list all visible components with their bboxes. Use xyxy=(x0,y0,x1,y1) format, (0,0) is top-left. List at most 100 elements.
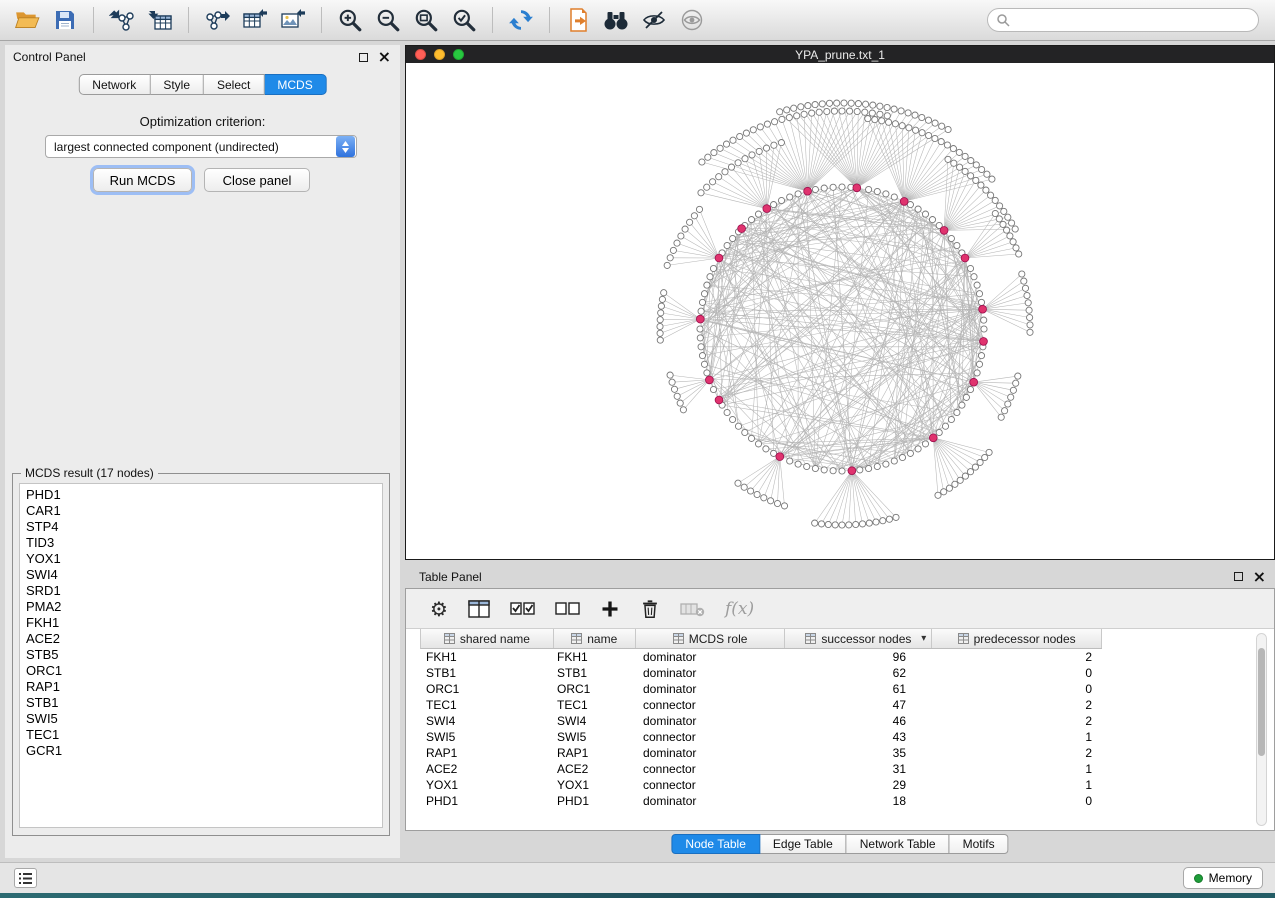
table-cell: 31 xyxy=(785,761,932,777)
criterion-dropdown[interactable]: largest connected component (undirected) xyxy=(45,135,357,158)
open-session-button[interactable] xyxy=(8,3,46,37)
import-table-button[interactable] xyxy=(141,3,179,37)
column-label: predecessor nodes xyxy=(974,632,1076,646)
column-header-mcds-role[interactable]: MCDS role xyxy=(636,629,786,648)
tab-network-table[interactable]: Network Table xyxy=(847,834,950,854)
table-panel-title: Table Panel xyxy=(419,570,482,584)
tab-mcds[interactable]: MCDS xyxy=(264,74,326,95)
mcds-result-item[interactable]: PMA2 xyxy=(20,599,382,615)
table-settings-button[interactable]: ⚙ xyxy=(430,594,448,624)
mcds-result-item[interactable]: TID3 xyxy=(20,535,382,551)
window-zoom-traffic-light[interactable] xyxy=(453,49,464,60)
column-header-predecessor-nodes[interactable]: predecessor nodes xyxy=(932,629,1102,648)
delete-row-button[interactable] xyxy=(639,594,661,624)
tab-node-table[interactable]: Node Table xyxy=(671,834,760,854)
table-scrollbar[interactable] xyxy=(1256,633,1267,826)
zoom-in-button[interactable] xyxy=(331,3,369,37)
close-table-panel-icon[interactable]: × xyxy=(1253,572,1266,582)
table-row[interactable]: STB1STB1dominator620 xyxy=(420,665,1102,681)
table-row[interactable]: SWI4SWI4dominator462 xyxy=(420,713,1102,729)
criterion-selected-value: largest connected component (undirected) xyxy=(46,140,336,154)
search-box[interactable] xyxy=(987,8,1259,32)
run-mcds-button[interactable]: Run MCDS xyxy=(93,168,192,192)
mcds-result-item[interactable]: ACE2 xyxy=(20,631,382,647)
mcds-result-item[interactable]: STP4 xyxy=(20,519,382,535)
mcds-result-item[interactable]: GCR1 xyxy=(20,743,382,759)
network-graph-svg[interactable] xyxy=(406,63,1274,559)
export-network-button[interactable] xyxy=(198,3,236,37)
table-cell: 46 xyxy=(785,713,932,729)
network-canvas[interactable] xyxy=(406,63,1274,559)
toolbar-separator xyxy=(492,7,493,33)
tab-style[interactable]: Style xyxy=(150,74,204,95)
zoom-fit-button[interactable] xyxy=(407,3,445,37)
memory-button[interactable]: Memory xyxy=(1183,867,1263,889)
export-image-button[interactable] xyxy=(274,3,312,37)
window-close-traffic-light[interactable] xyxy=(415,49,426,60)
mcds-result-item[interactable]: ORC1 xyxy=(20,663,382,679)
mcds-result-item[interactable]: RAP1 xyxy=(20,679,382,695)
table-row[interactable]: RAP1RAP1dominator352 xyxy=(420,745,1102,761)
zoom-out-button[interactable] xyxy=(369,3,407,37)
clear-function-button[interactable] xyxy=(680,594,706,624)
show-columns-button[interactable] xyxy=(467,594,491,624)
export-table-button[interactable] xyxy=(236,3,274,37)
mcds-result-item[interactable]: PHD1 xyxy=(20,487,382,503)
tab-select[interactable]: Select xyxy=(204,74,264,95)
mcds-result-item[interactable]: TEC1 xyxy=(20,727,382,743)
window-minimize-traffic-light[interactable] xyxy=(434,49,445,60)
table-scrollbar-thumb[interactable] xyxy=(1258,648,1265,756)
tab-motifs[interactable]: Motifs xyxy=(950,834,1009,854)
mcds-result-item[interactable]: SWI5 xyxy=(20,711,382,727)
unselect-all-button[interactable] xyxy=(555,594,581,624)
tab-network[interactable]: Network xyxy=(78,74,150,95)
document-share-icon xyxy=(566,7,590,33)
gear-icon: ⚙ xyxy=(430,599,448,619)
table-row[interactable]: SWI5SWI5connector431 xyxy=(420,729,1102,745)
import-network-button[interactable] xyxy=(103,3,141,37)
table-row[interactable]: ORC1ORC1dominator610 xyxy=(420,681,1102,697)
function-builder-button[interactable]: f(x) xyxy=(725,594,754,624)
mcds-result-item[interactable]: STB5 xyxy=(20,647,382,663)
mcds-result-list[interactable]: PHD1CAR1STP4TID3YOX1SWI4SRD1PMA2FKH1ACE2… xyxy=(19,483,383,828)
select-all-button[interactable] xyxy=(510,594,536,624)
table-row[interactable]: PHD1PHD1dominator180 xyxy=(420,793,1102,809)
zoom-selected-button[interactable] xyxy=(445,3,483,37)
save-session-button[interactable] xyxy=(46,3,84,37)
select-all-icon xyxy=(510,600,536,618)
mcds-result-item[interactable]: SRD1 xyxy=(20,583,382,599)
table-cell: TEC1 xyxy=(420,697,553,713)
close-panel-button[interactable]: Close panel xyxy=(204,168,310,192)
mcds-result-item[interactable]: STB1 xyxy=(20,695,382,711)
apply-layout-button[interactable] xyxy=(502,3,540,37)
add-row-button[interactable] xyxy=(600,594,620,624)
table-cell: 0 xyxy=(932,665,1102,681)
table-row[interactable]: FKH1FKH1dominator962 xyxy=(420,649,1102,665)
table-row[interactable]: TEC1TEC1connector472 xyxy=(420,697,1102,713)
mcds-result-item[interactable]: CAR1 xyxy=(20,503,382,519)
hide-details-button[interactable] xyxy=(635,3,673,37)
panel-toggle-button[interactable] xyxy=(14,868,37,888)
show-details-button[interactable] xyxy=(673,3,711,37)
float-table-panel-icon[interactable] xyxy=(1234,572,1243,581)
clone-network-button[interactable] xyxy=(559,3,597,37)
column-header-name[interactable]: name xyxy=(554,629,636,648)
network-window-titlebar[interactable]: YPA_prune.txt_1 xyxy=(406,46,1274,63)
tab-edge-table[interactable]: Edge Table xyxy=(760,834,847,854)
search-input[interactable] xyxy=(1015,13,1250,27)
column-header-successor-nodes[interactable]: successor nodes ▾ xyxy=(785,629,932,648)
binoculars-icon xyxy=(602,8,630,32)
table-cell: 0 xyxy=(932,681,1102,697)
mcds-result-item[interactable]: YOX1 xyxy=(20,551,382,567)
column-header-shared-name[interactable]: shared name xyxy=(421,629,554,648)
float-panel-icon[interactable] xyxy=(359,53,368,62)
table-row[interactable]: YOX1YOX1connector291 xyxy=(420,777,1102,793)
mcds-result-item[interactable]: SWI4 xyxy=(20,567,382,583)
table-row[interactable]: ACE2ACE2connector311 xyxy=(420,761,1102,777)
search-network-button[interactable] xyxy=(597,3,635,37)
mcds-result-item[interactable]: FKH1 xyxy=(20,615,382,631)
close-panel-icon[interactable]: × xyxy=(378,52,391,62)
sort-chevron-icon[interactable]: ▾ xyxy=(921,633,926,644)
optimization-criterion-label: Optimization criterion: xyxy=(5,114,400,129)
control-panel-header: Control Panel × xyxy=(5,45,400,69)
